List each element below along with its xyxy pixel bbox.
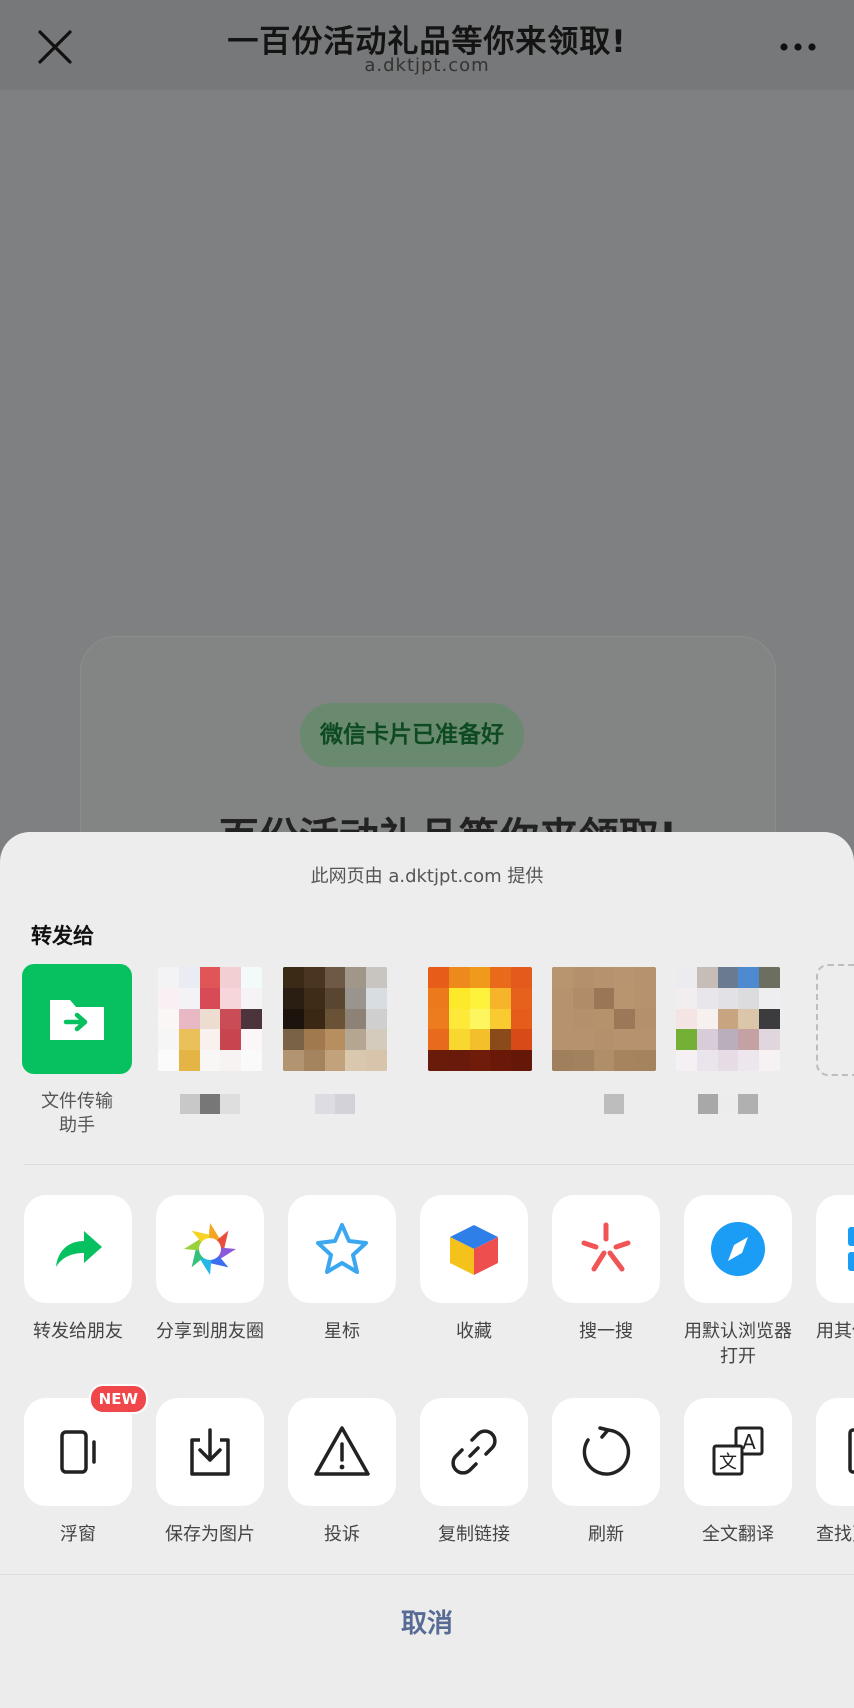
new-badge: NEW [88,1384,148,1414]
copy-link-tile [420,1398,528,1506]
action-forward-to-friend[interactable]: 转发给朋友 [12,1195,144,1344]
contact-2[interactable] [155,964,265,1114]
action-floating-window[interactable]: NEW 浮窗 [12,1384,148,1547]
actions-row-1: 转发给朋友 分享到朋友圈 星标 收藏 搜一搜 用默认浏览器 打开 用其 [0,1195,854,1395]
save-image-tile [156,1398,264,1506]
floating-window-tile: NEW [24,1384,148,1506]
action-report[interactable]: 投诉 [276,1398,408,1547]
search-spark-icon [581,1222,631,1272]
warning-triangle-icon [314,1426,370,1476]
card-ready-badge: 微信卡片已准备好 [300,703,524,767]
divider [24,1164,854,1165]
contact-file-transfer[interactable]: 文件传输 助手 [22,964,132,1138]
action-copy-link[interactable]: 复制链接 [408,1398,540,1547]
action-label: 转发给朋友 [33,1321,123,1342]
action-find-in-page[interactable]: 查找页面内容 [804,1398,854,1547]
avatar [280,964,390,1074]
action-favorite[interactable]: 收藏 [408,1195,540,1344]
moments-tile [156,1195,264,1303]
share-arrow-icon [56,1231,102,1267]
action-label: 复制链接 [438,1524,510,1545]
download-tray-icon [190,1428,230,1476]
compass-icon [711,1222,765,1276]
more-contacts[interactable] [816,964,854,1076]
browser-tile [684,1195,792,1303]
star-tile [288,1195,396,1303]
star-icon [316,1223,368,1274]
action-open-other-app[interactable]: 用其他应用打开 [804,1195,854,1369]
action-label: 保存为图片 [165,1524,255,1545]
page-domain: a.dktjpt.com [364,55,490,76]
provider-text: 此网页由 a.dktjpt.com 提供 [310,866,544,887]
contact-name-redacted [549,1094,659,1114]
contact-name: 文件传输 助手 [41,1091,113,1136]
action-search[interactable]: 搜一搜 [540,1195,672,1344]
search-tile [552,1195,660,1303]
avatar [425,964,535,1074]
avatar [673,964,783,1074]
action-open-browser[interactable]: 用默认浏览器 打开 [672,1195,804,1369]
action-label: 全文翻译 [702,1524,774,1545]
contact-name-redacted [280,1094,390,1114]
top-bar: 一百份活动礼品等你来领取! a.dktjpt.com [0,0,854,90]
action-label: 收藏 [456,1321,492,1342]
contact-4[interactable] [425,964,535,1074]
apps-icon [848,1227,854,1271]
action-translate[interactable]: A 文 全文翻译 [672,1398,804,1547]
action-label: 投诉 [324,1524,360,1545]
refresh-icon [582,1426,631,1476]
folder-arrow-icon [50,1000,104,1040]
other-app-tile [816,1195,854,1303]
contact-name-redacted [673,1094,783,1114]
share-sheet: 此网页由 a.dktjpt.com 提供 转发给 文件传输 助手 转发给朋友 分… [0,832,854,1708]
refresh-tile [552,1398,660,1506]
avatar [155,964,265,1074]
cancel-area: 取消 [0,1574,854,1708]
more-options-icon[interactable] [776,30,820,64]
translate-icon: A 文 [712,1426,764,1476]
translate-tile: A 文 [684,1398,792,1506]
forward-tile [24,1195,132,1303]
favorite-tile [420,1195,528,1303]
action-save-image[interactable]: 保存为图片 [144,1398,276,1547]
cancel-button[interactable]: 取消 [0,1603,854,1640]
action-label: 查找页面内容 [816,1524,854,1545]
contact-6[interactable] [673,964,783,1114]
report-tile [288,1398,396,1506]
avatar [549,964,659,1074]
favorite-cube-icon [450,1225,498,1275]
find-tile [816,1398,854,1506]
svg-text:A: A [742,1430,756,1454]
contact-name-redacted [155,1094,265,1114]
actions-row-2: NEW 浮窗 保存为图片 投诉 复制链接 刷新 A 文 全文翻译 查找 [0,1384,854,1598]
contact-list: 文件传输 助手 [0,964,854,1164]
action-label: 刷新 [588,1524,624,1545]
moments-icon [184,1223,236,1275]
find-icon [848,1428,854,1474]
link-icon [451,1429,497,1475]
action-label: 用默认浏览器 打开 [684,1321,792,1367]
action-star[interactable]: 星标 [276,1195,408,1344]
action-label: 浮窗 [60,1524,96,1545]
forward-section-label: 转发给 [31,924,94,948]
floating-window-icon [60,1430,96,1474]
action-refresh[interactable]: 刷新 [540,1398,672,1547]
contact-3[interactable] [280,964,390,1114]
action-label: 星标 [324,1321,360,1342]
contact-5[interactable] [549,964,659,1114]
action-share-moments[interactable]: 分享到朋友圈 [144,1195,276,1344]
action-label: 用其他应用打开 [816,1321,854,1342]
action-label: 分享到朋友圈 [156,1321,264,1342]
svg-text:文: 文 [719,1452,737,1473]
file-transfer-avatar [22,964,132,1074]
action-label: 搜一搜 [579,1321,633,1342]
